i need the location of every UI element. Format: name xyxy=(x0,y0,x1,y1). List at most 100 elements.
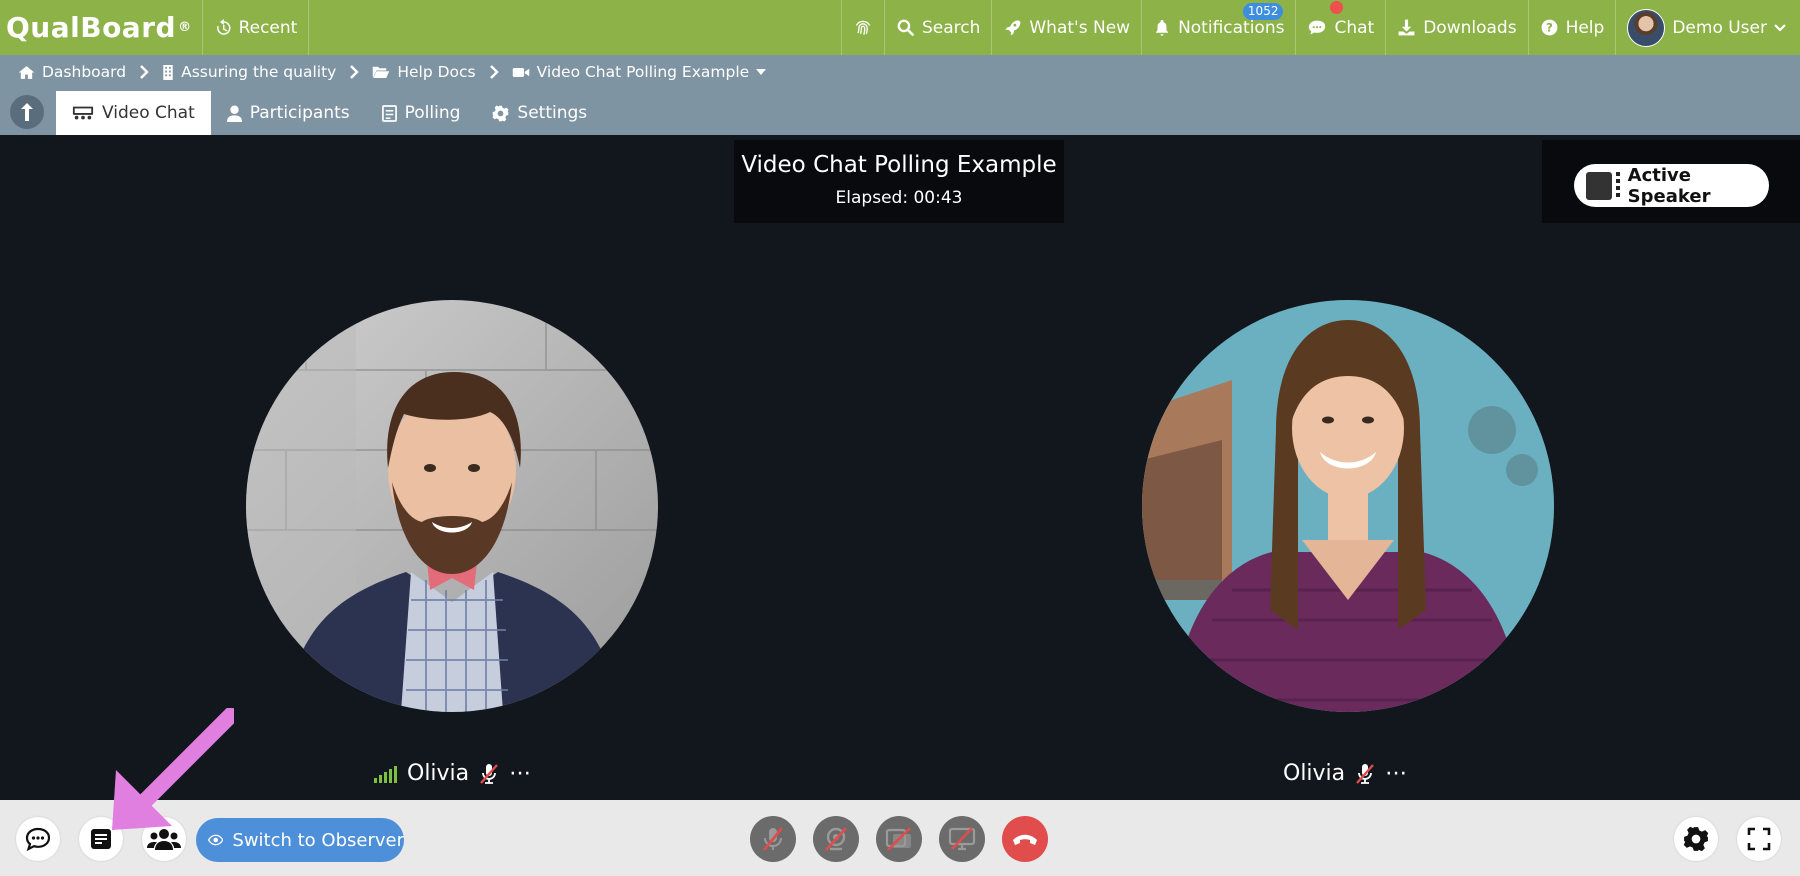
video-stage: Video Chat Polling Example Elapsed: 00:4… xyxy=(0,135,1800,800)
participants-panel-button[interactable] xyxy=(142,817,186,861)
tab-settings[interactable]: Settings xyxy=(476,91,603,135)
tab-label: Settings xyxy=(517,103,588,123)
participant-name-bar: Olivia ⋯ xyxy=(374,761,531,786)
tab-label: Participants xyxy=(249,103,350,123)
chevron-right-icon xyxy=(140,65,149,79)
participant-video-feed xyxy=(246,300,658,712)
breadcrumb-label: Video Chat Polling Example xyxy=(536,63,750,81)
page-header: Dashboard Assuring the quality Help Docs… xyxy=(0,55,1800,135)
screen-share-button[interactable] xyxy=(939,816,985,862)
chevron-right-icon xyxy=(350,65,360,79)
chat-panel-button[interactable] xyxy=(16,817,60,861)
leave-call-button[interactable] xyxy=(1002,816,1048,862)
user-avatar xyxy=(1627,8,1666,47)
level-up-icon xyxy=(21,103,33,121)
camera-off-icon xyxy=(825,827,847,851)
polling-button[interactable] xyxy=(79,817,123,861)
speaker-layout-icon xyxy=(1586,171,1612,200)
download-icon xyxy=(1398,19,1415,36)
participant-video-tile[interactable] xyxy=(1142,300,1554,712)
chevron-right-icon xyxy=(489,65,499,79)
home-icon xyxy=(18,65,35,79)
microphone-muted-icon xyxy=(1356,763,1375,784)
poll-list-icon xyxy=(381,104,397,122)
active-speaker-toggle[interactable]: Active Speaker xyxy=(1574,164,1769,207)
gear-icon xyxy=(1683,826,1709,852)
video-camera-icon xyxy=(512,67,529,77)
session-info-panel: Video Chat Polling Example Elapsed: 00:4… xyxy=(734,140,1064,223)
chat-unread-dot xyxy=(1330,1,1344,14)
gear-icon xyxy=(492,104,509,122)
participant-options-button[interactable]: ⋯ xyxy=(1385,761,1407,786)
phone-hangup-icon xyxy=(1013,834,1037,845)
screen-share-off-icon xyxy=(948,827,976,851)
brand-registered-mark: ® xyxy=(178,20,192,35)
eye-icon xyxy=(208,834,224,846)
whats-new-button[interactable]: What's New xyxy=(992,0,1143,55)
brand-name: QualBoard xyxy=(6,11,177,44)
search-label: Search xyxy=(921,17,981,38)
switch-to-observer-label: Switch to Observer xyxy=(232,829,404,851)
participant-video-tile[interactable] xyxy=(246,300,658,712)
notifications-label: Notifications xyxy=(1178,17,1285,38)
speaker-strip-icon xyxy=(1615,171,1620,200)
signal-strength-icon xyxy=(374,765,397,783)
call-controls-bar: Switch to Observer xyxy=(0,800,1800,876)
recent-label: Recent xyxy=(238,17,298,38)
breadcrumb-current-activity[interactable]: Video Chat Polling Example xyxy=(512,63,767,81)
tab-label: Polling xyxy=(404,103,461,123)
participant-name: Olivia xyxy=(407,761,470,786)
fingerprint-button[interactable] xyxy=(842,0,885,55)
layout-panel: Active Speaker xyxy=(1542,140,1800,223)
topbar-spacer xyxy=(309,0,842,55)
fullscreen-icon xyxy=(1747,827,1771,851)
user-menu[interactable]: Demo User xyxy=(1616,0,1800,55)
rocket-icon xyxy=(1005,20,1021,36)
breadcrumb-label: Help Docs xyxy=(397,63,476,81)
camera-toggle-button[interactable] xyxy=(813,816,859,862)
poll-list-icon xyxy=(91,829,111,849)
downloads-button[interactable]: Downloads xyxy=(1386,0,1529,55)
help-button[interactable]: ? Help xyxy=(1529,0,1617,55)
microphone-toggle-button[interactable] xyxy=(750,816,796,862)
fingerprint-icon xyxy=(855,20,871,35)
breadcrumb-dashboard[interactable]: Dashboard xyxy=(18,63,126,81)
participant-name: Olivia xyxy=(1283,761,1346,786)
video-layout-toggle-button[interactable] xyxy=(876,816,922,862)
switch-to-observer-button[interactable]: Switch to Observer xyxy=(196,818,404,862)
brand-logo[interactable]: QualBoard ® xyxy=(0,0,203,55)
chat-bubble-icon xyxy=(1309,20,1326,35)
whats-new-label: What's New xyxy=(1029,17,1131,38)
elapsed-timer: Elapsed: 00:43 xyxy=(835,188,963,208)
tab-video-chat[interactable]: Video Chat xyxy=(56,91,211,135)
search-button[interactable]: Search xyxy=(885,0,993,55)
tab-label: Video Chat xyxy=(102,103,195,123)
breadcrumb-project[interactable]: Assuring the quality xyxy=(162,63,336,81)
user-icon xyxy=(226,105,242,122)
back-button[interactable] xyxy=(10,95,44,129)
tab-participants[interactable]: Participants xyxy=(211,91,366,135)
breadcrumb-folder[interactable]: Help Docs xyxy=(372,63,476,81)
breadcrumb-label: Assuring the quality xyxy=(181,63,337,81)
tab-polling[interactable]: Polling xyxy=(366,91,477,135)
help-label: Help xyxy=(1565,17,1605,38)
breadcrumb: Dashboard Assuring the quality Help Docs… xyxy=(0,55,1800,89)
notifications-count-badge: 1052 xyxy=(1242,3,1284,20)
call-settings-button[interactable] xyxy=(1674,817,1718,861)
microphone-muted-icon xyxy=(762,827,784,851)
chat-label: Chat xyxy=(1334,17,1375,38)
video-grid-off-icon xyxy=(885,827,911,851)
users-group-icon xyxy=(147,829,181,850)
chat-bubble-icon xyxy=(25,827,51,851)
active-speaker-label: Active Speaker xyxy=(1627,164,1711,207)
bell-icon xyxy=(1156,20,1169,36)
fullscreen-button[interactable] xyxy=(1737,817,1781,861)
history-icon xyxy=(216,18,231,35)
caret-down-icon xyxy=(756,69,767,75)
recent-button[interactable]: Recent xyxy=(203,0,310,55)
participant-options-button[interactable]: ⋯ xyxy=(509,761,531,786)
chat-button[interactable]: Chat xyxy=(1296,0,1387,55)
svg-text:?: ? xyxy=(1546,20,1553,34)
notifications-button[interactable]: Notifications 1052 xyxy=(1142,0,1297,55)
video-chat-grid-icon xyxy=(72,106,94,120)
